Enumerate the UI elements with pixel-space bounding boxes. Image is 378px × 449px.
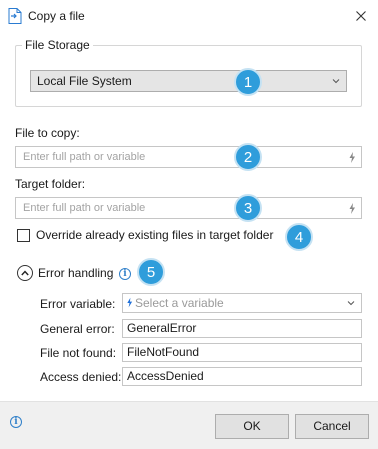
file-to-copy-placeholder: Enter full path or variable [23, 151, 146, 163]
target-folder-label: Target folder: [15, 177, 86, 191]
general-error-label: General error: [40, 322, 115, 336]
variable-icon [127, 297, 133, 308]
close-icon [356, 11, 366, 21]
info-icon[interactable]: i [10, 416, 22, 428]
callout-badge-2: 2 [234, 143, 262, 171]
file-icon [8, 8, 22, 24]
callout-badge-3: 3 [234, 194, 262, 222]
file-not-found-input[interactable]: FileNotFound [122, 343, 362, 362]
callout-badge-5: 5 [137, 258, 165, 286]
error-variable-label: Error variable: [40, 297, 116, 311]
error-variable-select[interactable]: Select a variable [122, 293, 362, 313]
info-icon[interactable]: i [119, 268, 131, 280]
file-storage-group: File Storage Local File System [15, 38, 362, 107]
override-label[interactable]: Override already existing files in targe… [36, 228, 273, 242]
window-title: Copy a file [28, 9, 85, 23]
chevron-down-icon [332, 79, 340, 84]
error-variable-placeholder: Select a variable [135, 296, 224, 310]
chevron-up-icon [21, 270, 29, 276]
error-handling-toggle[interactable] [17, 265, 33, 281]
target-folder-input[interactable]: Enter full path or variable [15, 197, 362, 219]
access-denied-input[interactable]: AccessDenied [122, 367, 362, 386]
title-bar: Copy a file [0, 0, 378, 32]
access-denied-label: Access denied: [40, 370, 122, 384]
general-error-input[interactable]: GeneralError [122, 319, 362, 338]
override-checkbox[interactable] [17, 229, 30, 242]
callout-badge-4: 4 [285, 223, 313, 251]
ok-button[interactable]: OK [215, 414, 289, 439]
file-storage-legend: File Storage [22, 38, 93, 52]
chevron-down-icon [347, 301, 355, 306]
file-storage-dropdown[interactable]: Local File System [30, 70, 347, 92]
file-storage-value: Local File System [37, 74, 132, 88]
dialog-footer: i OK Cancel [0, 401, 378, 449]
variable-icon[interactable] [348, 152, 356, 163]
file-to-copy-input[interactable]: Enter full path or variable [15, 146, 362, 168]
close-button[interactable] [348, 4, 374, 28]
file-not-found-label: File not found: [40, 346, 117, 360]
cancel-button[interactable]: Cancel [295, 414, 369, 439]
variable-icon[interactable] [348, 203, 356, 214]
file-to-copy-label: File to copy: [15, 126, 80, 140]
error-handling-label[interactable]: Error handling [38, 266, 113, 280]
target-folder-placeholder: Enter full path or variable [23, 202, 146, 214]
callout-badge-1: 1 [234, 68, 262, 96]
